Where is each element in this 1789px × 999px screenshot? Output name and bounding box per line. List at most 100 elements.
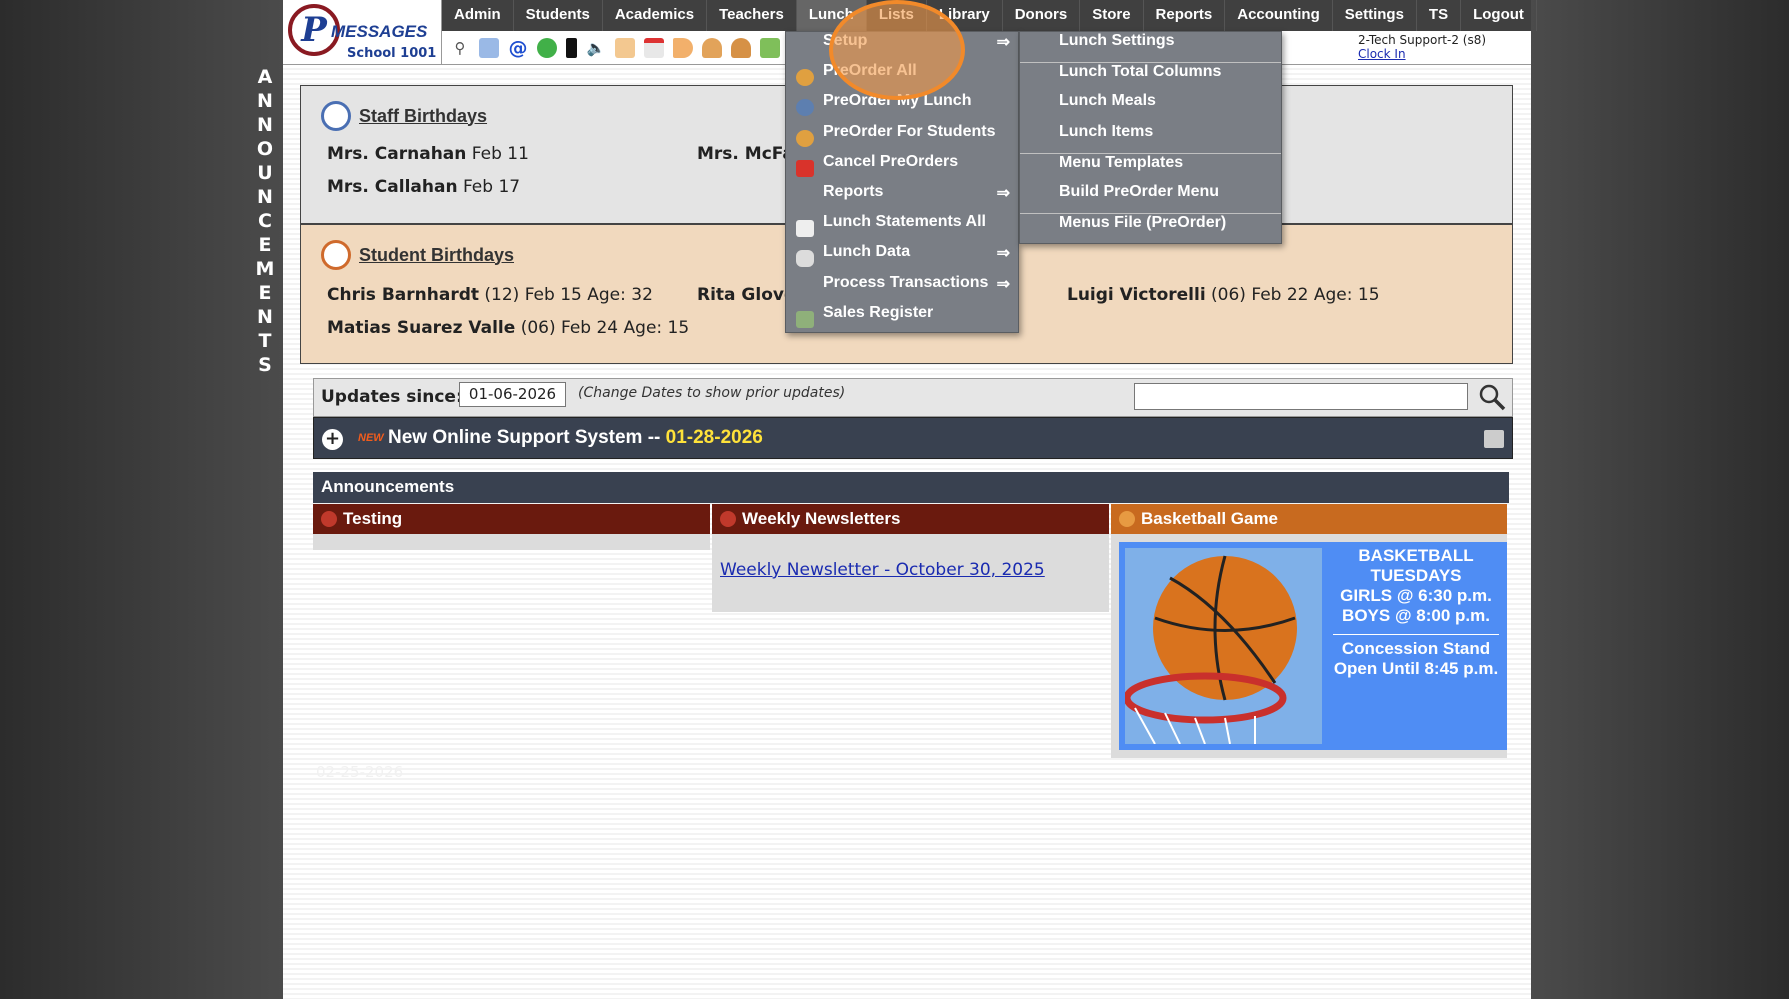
submenu-arrow-icon: ⇒ [996, 34, 1010, 51]
column-title-newsletters: Weekly Newsletters [712, 504, 1109, 534]
cash-register-icon [796, 310, 814, 328]
announcements-header: Announcements [313, 472, 1509, 503]
pin-icon [1119, 511, 1135, 527]
person-icon [796, 69, 814, 87]
setup-menu-lunch-settings[interactable]: Lunch Settings [1020, 32, 1281, 62]
nav-teachers[interactable]: Teachers [707, 0, 797, 31]
logo-brand: MESSAGES [331, 22, 428, 41]
support-title[interactable]: New Online Support System -- 01-28-2026 [388, 427, 763, 449]
banner-letter: C [258, 210, 272, 232]
updates-bar: Updates since: 01-06-2026 (Change Dates … [313, 378, 1513, 417]
setup-menu-menu-templates[interactable]: Menu Templates [1020, 152, 1281, 183]
support-announcement-bar[interactable]: + NEW New Online Support System -- 01-28… [313, 417, 1513, 459]
updates-hint: (Change Dates to show prior updates) [578, 385, 846, 401]
basketball-flyer: BASKETBALL TUESDAYS GIRLS @ 6:30 p.m. BO… [1119, 542, 1507, 750]
search-icon[interactable] [1477, 382, 1507, 412]
student-birthday-entry: Matias Suarez Valle (06) Feb 24 Age: 15 [327, 318, 690, 338]
banner-letter: E [258, 234, 272, 256]
lunch-menu-setup[interactable]: Setup ⇒ [786, 32, 1018, 62]
staff-birthday-entry: Mrs. Callahan Feb 17 [327, 177, 521, 197]
cake-icon [321, 101, 351, 131]
student-birthdays-title[interactable]: Student Birthdays [359, 245, 514, 266]
user-info: 2-Tech Support-2 (s8) Clock In [1288, 31, 1531, 65]
nav-logout[interactable]: Logout [1461, 0, 1537, 31]
search-input[interactable] [1134, 383, 1468, 410]
banner-letter: M [255, 258, 275, 280]
user-name: 2-Tech Support-2 (s8) [1358, 33, 1487, 47]
lunch-menu-preorder-students[interactable]: PreOrder For Students [786, 123, 1018, 153]
setup-menu-lunch-total-columns[interactable]: Lunch Total Columns [1020, 62, 1281, 92]
staff-birthday-entry: Mrs. McFa [697, 144, 794, 164]
setup-menu-lunch-items[interactable]: Lunch Items [1020, 123, 1281, 153]
person-icon [796, 99, 814, 117]
banner-letter: S [258, 354, 272, 376]
student-birthday-entry: Rita Glove [697, 285, 796, 305]
lunch-menu-reports[interactable]: Reports ⇒ [786, 183, 1018, 213]
nav-lists[interactable]: Lists [867, 0, 927, 31]
database-icon [796, 250, 814, 268]
school-name: School 1001 [347, 46, 437, 61]
nav-lunch[interactable]: Lunch [796, 0, 867, 31]
students-icon [796, 129, 814, 147]
faint-date-text: 02-25-2026 [316, 763, 404, 781]
submenu-arrow-icon: ⇒ [996, 275, 1010, 293]
nav-accounting[interactable]: Accounting [1225, 0, 1333, 31]
banner-letter: O [256, 138, 274, 160]
cake-icon [321, 240, 351, 270]
nav-students[interactable]: Students [514, 0, 603, 31]
basketball-image [1125, 548, 1322, 744]
lunch-menu-cancel-preorders[interactable]: Cancel PreOrders [786, 153, 1018, 183]
banner-letter: U [257, 162, 273, 184]
new-badge: NEW [358, 432, 384, 444]
nav-store[interactable]: Store [1080, 0, 1144, 31]
nav-admin[interactable]: Admin [442, 0, 514, 31]
announcements-vertical-banner: ANNOUNCEMENTS [254, 65, 276, 377]
setup-submenu: Lunch Settings Lunch Total Columns Lunch… [1019, 31, 1282, 244]
lunch-menu-preorder-all[interactable]: PreOrder All [786, 62, 1018, 92]
announcement-column-basketball: Basketball Game BASKETBALL TUESDAYS GIRL… [1111, 504, 1507, 758]
main-nav: Admin Students Academics Teachers Lunch … [442, 0, 1537, 31]
nav-reports[interactable]: Reports [1144, 0, 1226, 31]
print-icon[interactable] [1484, 430, 1504, 448]
updates-date-input[interactable]: 01-06-2026 [459, 382, 566, 407]
banner-letter: T [258, 330, 272, 352]
student-birthdays-heading[interactable]: Student Birthdays [321, 240, 514, 270]
school-logo[interactable]: P MESSAGES School 1001 [283, 0, 442, 65]
statement-icon [796, 220, 814, 238]
banner-letter: N [257, 90, 273, 112]
nav-academics[interactable]: Academics [603, 0, 708, 31]
nav-donors[interactable]: Donors [1003, 0, 1081, 31]
submenu-arrow-icon: ⇒ [996, 245, 1010, 263]
staff-birthday-entry: Mrs. Carnahan Feb 11 [327, 144, 529, 164]
lunch-menu-lunch-data[interactable]: Lunch Data ⇒ [786, 243, 1018, 273]
announcement-column-testing: Testing [313, 504, 710, 550]
clock-in-link[interactable]: Clock In [1358, 47, 1531, 61]
staff-birthdays-title[interactable]: Staff Birthdays [359, 106, 487, 127]
lunch-dropdown-menu: Setup ⇒ PreOrder All PreOrder My Lunch Pr… [785, 31, 1019, 333]
column-title-basketball: Basketball Game [1111, 504, 1507, 534]
setup-menu-menus-file[interactable]: Menus File (PreOrder) [1020, 213, 1281, 243]
lunch-menu-preorder-my-lunch[interactable]: PreOrder My Lunch [786, 92, 1018, 122]
staff-birthdays-heading[interactable]: Staff Birthdays [321, 101, 487, 131]
column-title-testing: Testing [313, 504, 710, 534]
nav-settings[interactable]: Settings [1333, 0, 1417, 31]
lunch-menu-sales-register[interactable]: Sales Register [786, 304, 1018, 334]
banner-letter: E [258, 282, 272, 304]
submenu-arrow-icon: ⇒ [996, 184, 1010, 202]
expand-icon[interactable]: + [322, 429, 343, 450]
banner-letter: N [257, 186, 273, 208]
student-birthday-entry: Chris Barnhardt (12) Feb 15 Age: 32 [327, 285, 653, 305]
updates-label: Updates since: [321, 387, 463, 407]
nav-ts[interactable]: TS [1417, 0, 1462, 31]
lunch-menu-process-transactions[interactable]: Process Transactions ⇒ [786, 274, 1018, 304]
setup-menu-lunch-meals[interactable]: Lunch Meals [1020, 92, 1281, 122]
pin-icon [720, 511, 736, 527]
newsletter-link[interactable]: Weekly Newsletter - October 30, 2025 [712, 534, 1109, 580]
setup-menu-build-preorder-menu[interactable]: Build PreOrder Menu [1020, 183, 1281, 213]
lunch-menu-statements-all[interactable]: Lunch Statements All [786, 213, 1018, 243]
banner-letter: N [257, 114, 273, 136]
banner-letter: N [257, 306, 273, 328]
nav-library[interactable]: Library [927, 0, 1003, 31]
basketball-text: BASKETBALL TUESDAYS GIRLS @ 6:30 p.m. BO… [1333, 546, 1499, 678]
pin-icon [321, 511, 337, 527]
